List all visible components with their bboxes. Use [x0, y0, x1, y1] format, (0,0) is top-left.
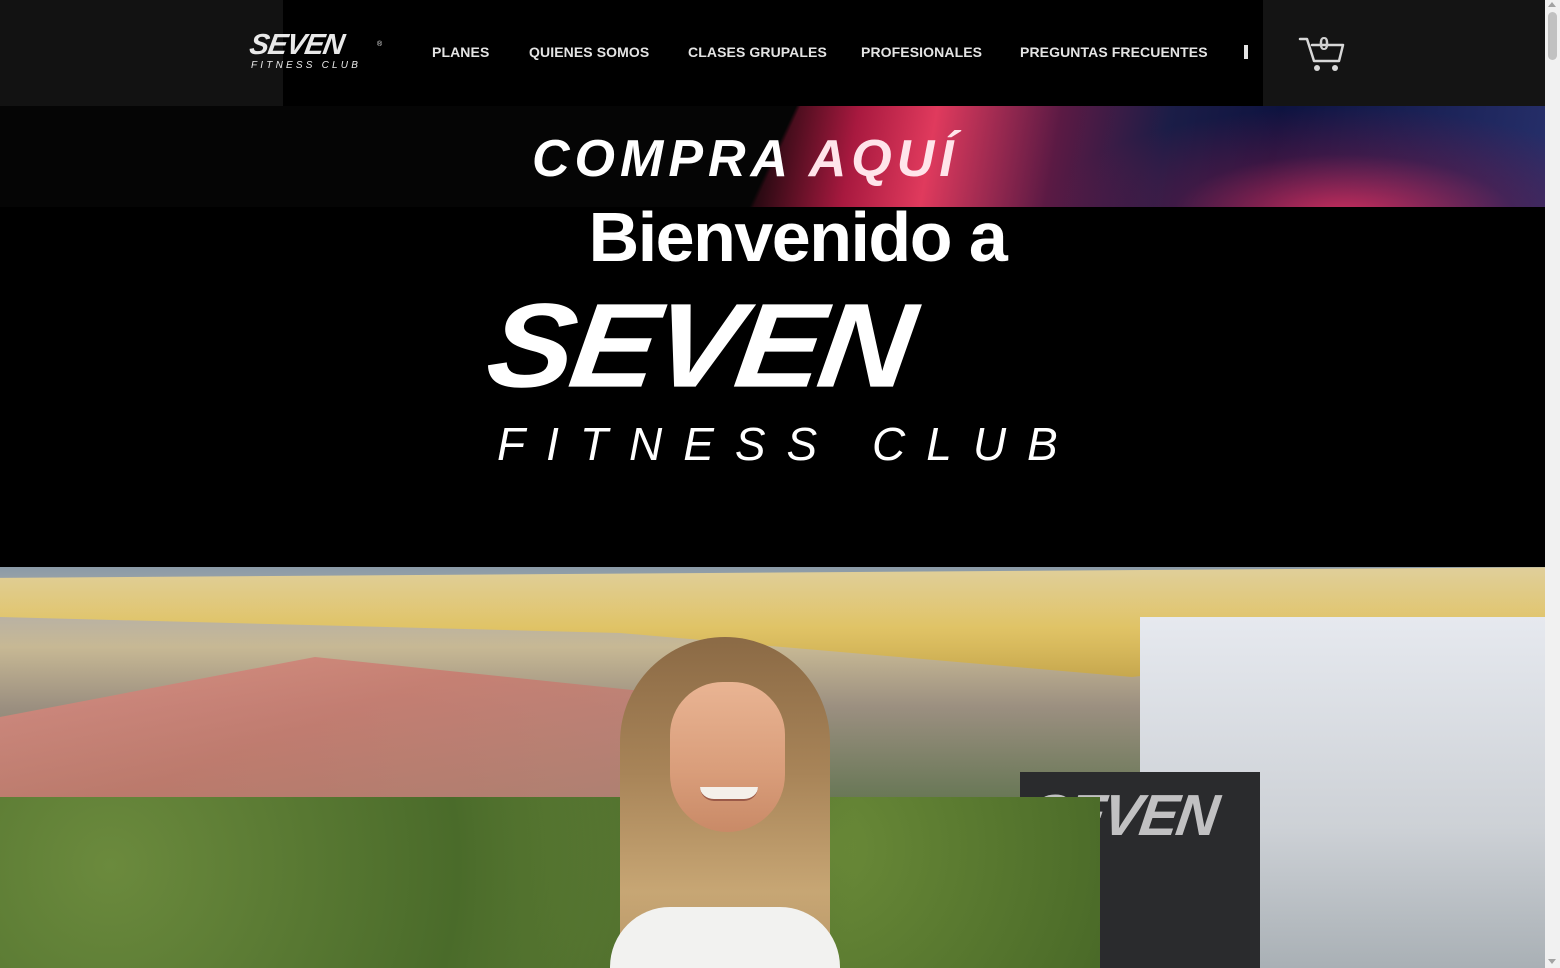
- header-logo-sub: FITNESS CLUB: [251, 60, 362, 71]
- site-header: SEVEN FITNESS CLUB ® PLANES QUIENES SOMO…: [0, 0, 1545, 106]
- hero-photo: SEVEN: [0, 567, 1545, 968]
- registered-mark: ®: [377, 41, 383, 48]
- nav-item-planes[interactable]: PLANES: [432, 43, 489, 61]
- hero-logo-word: SEVEN: [479, 278, 920, 413]
- nav-item-preguntas-frecuentes[interactable]: PREGUNTAS FRECUENTES: [1020, 43, 1208, 61]
- photo-person: [600, 637, 860, 968]
- nav-more-divider[interactable]: [1244, 45, 1248, 59]
- person-face: [670, 682, 785, 832]
- header-logo[interactable]: SEVEN FITNESS CLUB ®: [247, 29, 390, 74]
- hero-logo-sub: FITNESS CLUB: [497, 418, 1079, 470]
- scroll-down-arrow-icon[interactable]: [1548, 959, 1556, 964]
- cart-count: 0: [1318, 34, 1329, 54]
- banner-word-aqui: AQUÍ: [808, 130, 959, 188]
- buy-here-link[interactable]: COMPRA AQUÍ: [532, 131, 959, 187]
- scrollbar-thumb[interactable]: [1548, 12, 1557, 60]
- banner-word-compra: COMPRA: [532, 130, 792, 188]
- cart-button[interactable]: 0: [1298, 33, 1346, 75]
- person-smile: [700, 787, 758, 801]
- person-shirt: [610, 907, 840, 968]
- scroll-up-arrow-icon[interactable]: [1548, 2, 1556, 7]
- photo-hedge: [0, 797, 1100, 968]
- nav-item-profesionales[interactable]: PROFESIONALES: [861, 43, 982, 61]
- header-left-panel: [0, 0, 283, 106]
- nav-item-clases-grupales[interactable]: CLASES GRUPALES: [688, 43, 827, 61]
- page-scrollbar[interactable]: [1545, 0, 1560, 968]
- hero-welcome-heading: Bienvenido a: [588, 198, 1008, 276]
- header-logo-word: SEVEN: [247, 29, 347, 61]
- nav-item-quienes-somos[interactable]: QUIENES SOMOS: [529, 43, 649, 61]
